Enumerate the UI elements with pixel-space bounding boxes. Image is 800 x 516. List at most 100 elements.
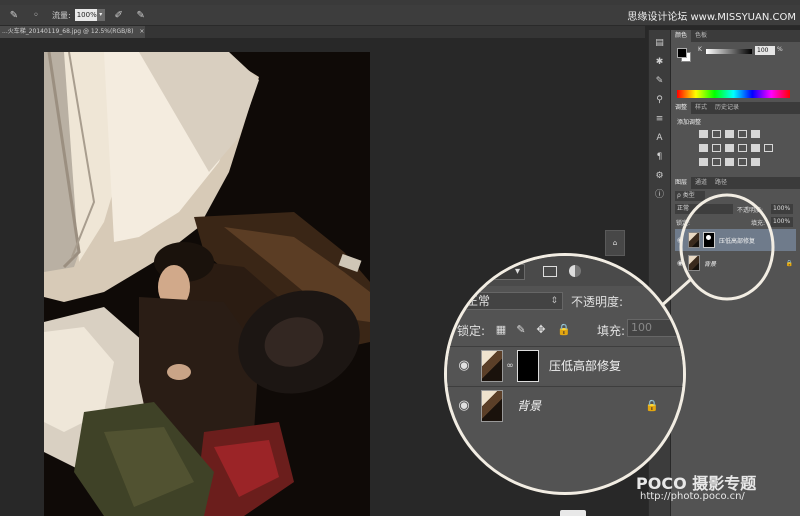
exposure-icon[interactable]	[738, 130, 747, 138]
zoom-layer-thumbnail	[481, 389, 503, 422]
posterize-icon[interactable]	[712, 158, 721, 166]
blend-mode-dropdown[interactable]: 正常	[675, 204, 733, 214]
photo-illustration	[44, 52, 370, 516]
airbrush-icon[interactable]: ✐	[111, 8, 127, 22]
fill-label: 填充:	[751, 220, 766, 227]
threshold-icon[interactable]	[725, 158, 734, 166]
zoom-opacity-label: 不透明度:	[571, 295, 624, 309]
color-spectrum-bar[interactable]	[677, 90, 790, 98]
eye-icon: ◉	[458, 358, 470, 373]
opacity-input[interactable]: 100%	[771, 204, 793, 214]
character-icon[interactable]: A	[653, 132, 667, 144]
lock-label: 锁定:	[676, 220, 691, 227]
document-tab-title: ...火车梯_20140119_68.jpg @ 12.5%(RGB/8)	[2, 28, 134, 35]
brush-preset-icon[interactable]: ◦	[28, 8, 44, 22]
color-panel-tabs: 颜色 色板	[671, 30, 800, 42]
eye-icon: ◉	[458, 398, 470, 413]
color-lookup-icon[interactable]	[764, 144, 773, 152]
paragraph-icon[interactable]: ¶	[653, 151, 667, 163]
zoom-filter-dropdown-icon: ▾	[487, 264, 525, 280]
site-watermark: 思缘设计论坛 www.MISSYUAN.COM	[627, 12, 796, 23]
collapsed-panel-icon[interactable]: ⌂	[605, 230, 625, 256]
lock-pixels-icon: ▦	[495, 323, 507, 336]
tab-color[interactable]: 颜色	[671, 30, 692, 42]
brush-lock-icon: ✎	[516, 323, 526, 336]
clone-source-icon[interactable]: ⚲	[653, 94, 667, 106]
brush-tool-icon[interactable]: ✎	[6, 8, 22, 22]
layer-row[interactable]: ◉ 压低高部修复	[675, 229, 796, 251]
tab-history[interactable]: 历史记录	[711, 102, 743, 114]
vibrance-icon[interactable]	[751, 130, 760, 138]
tab-adjustments[interactable]: 调整	[671, 102, 692, 114]
zoom-layer-row: ◉ 背景 🔒	[447, 386, 683, 424]
levels-adjust-icon[interactable]	[712, 130, 721, 138]
layer-filter-dropdown[interactable]: ρ 类型	[675, 191, 705, 201]
layer-thumbnail	[688, 255, 700, 271]
brightness-icon[interactable]	[699, 130, 708, 138]
zoom-lock-label: 锁定:	[457, 324, 486, 338]
history-icon[interactable]: ▤	[653, 37, 667, 49]
zoom-layer-mask	[517, 349, 539, 382]
zoom-blend-mode-dropdown: 正常 ⇕	[461, 292, 563, 310]
hue-saturation-icon[interactable]	[699, 144, 708, 152]
tab-bar-empty	[145, 26, 645, 38]
color-panel: 颜色 色板 K 100 %	[671, 30, 800, 100]
tab-layers[interactable]: 图层	[671, 177, 692, 189]
brush-icon[interactable]: ✎	[653, 75, 667, 87]
zoom-fill-label: 填充:	[597, 324, 626, 338]
zoom-fill-input: 100	[627, 319, 683, 337]
chain-link-icon: ∞	[506, 360, 514, 371]
channel-k-input[interactable]: 100	[755, 46, 775, 55]
move-lock-icon: ✥	[536, 323, 546, 336]
tab-paths[interactable]: 路径	[711, 177, 731, 189]
flow-label: 流量:	[52, 10, 71, 20]
adjustments-panel: 调整 样式 历史记录 添加调整	[671, 102, 800, 174]
adjustment-icons-row-3	[699, 158, 760, 166]
invert-icon[interactable]	[699, 158, 708, 166]
tab-styles[interactable]: 样式	[691, 102, 711, 114]
photo-filter-icon[interactable]	[738, 144, 747, 152]
pressure-icon[interactable]: ✎	[133, 8, 149, 22]
adjustment-filter-icon	[569, 265, 581, 277]
zoom-blend-mode: 正常	[466, 294, 491, 308]
fill-input[interactable]: 100%	[771, 217, 793, 227]
poco-url: http://photo.poco.cn/	[640, 491, 745, 502]
gradient-map-icon[interactable]	[738, 158, 747, 166]
layer-mask-thumbnail[interactable]	[703, 232, 715, 248]
zoom-layer-thumbnail	[481, 349, 503, 382]
layer-thumbnail	[688, 232, 700, 248]
flow-dropdown-icon[interactable]: ▾	[96, 9, 105, 21]
flow-input[interactable]: 100%	[74, 9, 97, 21]
adjustment-icons-row-2	[699, 144, 773, 152]
close-icon[interactable]: ×	[139, 28, 144, 35]
lock-icon: 🔒	[785, 259, 793, 267]
layer-name: 压低高部修复	[719, 237, 756, 245]
layers-panel: 图层 通道 路径 ρ 类型 正常 不透明度: 100% 锁定: 填充: 100%…	[671, 177, 800, 516]
bottom-scroll-tab[interactable]	[560, 510, 586, 516]
levels-icon[interactable]: ≡	[653, 113, 667, 125]
foreground-color-swatch[interactable]	[677, 48, 687, 58]
adjustments-panel-tabs: 调整 样式 历史记录	[671, 102, 800, 114]
tab-swatches[interactable]: 色板	[691, 30, 711, 42]
layer-row[interactable]: ◉ 背景 🔒	[675, 252, 796, 274]
tab-channels[interactable]: 通道	[691, 177, 711, 189]
zoom-callout: ▾ 正常 ⇕ 不透明度: 锁定: ▦ ✎ ✥ 🔒 填充: 100 ◉ ∞ 压低高…	[444, 253, 686, 495]
color-balance-icon[interactable]	[712, 144, 721, 152]
channel-k-label: K	[698, 46, 702, 53]
workspace-area: 思缘设计论坛 www.MISSYUAN.COM	[627, 8, 796, 23]
visibility-eye-icon[interactable]: ◉	[675, 236, 685, 244]
actions-icon[interactable]: ✱	[653, 56, 667, 68]
info-icon[interactable]: ⓘ	[653, 189, 667, 201]
opacity-label: 不透明度:	[737, 207, 764, 214]
tool-presets-icon[interactable]: ⚙	[653, 170, 667, 182]
document-tab[interactable]: ...火车梯_20140119_68.jpg @ 12.5%(RGB/8) ×	[0, 26, 145, 38]
document-photo[interactable]	[44, 52, 370, 516]
curves-icon[interactable]	[725, 130, 734, 138]
photoshop-window: ✎ ◦ 流量: 100% ▾ ✐ ✎ 思缘设计论坛 www.MISSYUAN.C…	[0, 0, 800, 516]
channel-mixer-icon[interactable]	[751, 144, 760, 152]
channel-k-slider[interactable]	[706, 49, 752, 54]
zoom-layer-name: 背景	[517, 399, 542, 413]
selective-color-icon[interactable]	[751, 158, 760, 166]
lock-icon: 🔒	[645, 399, 659, 412]
black-white-icon[interactable]	[725, 144, 734, 152]
